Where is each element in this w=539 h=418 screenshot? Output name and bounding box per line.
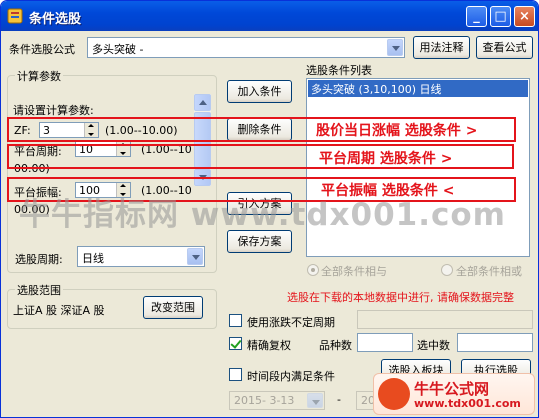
- minimize-icon[interactable]: _: [466, 6, 487, 27]
- title-bar[interactable]: 条件选股 _ □ ×: [1, 1, 538, 31]
- use-period-label: 使用涨跌不定周期: [247, 316, 335, 329]
- all-or-label: 全部条件相或: [456, 265, 522, 278]
- maximize-icon[interactable]: □: [490, 6, 511, 27]
- period-label: 选股周期:: [15, 253, 63, 266]
- window-title: 条件选股: [29, 12, 82, 27]
- logo-url: www.tdx001.com: [414, 397, 521, 410]
- date-from-field[interactable]: 2015- 3-13: [229, 391, 325, 410]
- chevron-down-icon[interactable]: [307, 393, 323, 408]
- annotation-text-2: 平台周期 选股条件 >: [319, 151, 453, 167]
- app-icon: [7, 8, 23, 24]
- list-item[interactable]: 多头突破 (3,10,100) 日线: [308, 80, 528, 97]
- add-condition-button[interactable]: 加入条件: [227, 80, 292, 103]
- ox-icon: [378, 378, 410, 410]
- all-and-radio[interactable]: [307, 264, 319, 276]
- chevron-down-icon[interactable]: [387, 39, 403, 56]
- all-or-radio[interactable]: [441, 264, 453, 276]
- kinds-label: 品种数: [319, 339, 352, 352]
- period-field: [357, 310, 533, 329]
- scope-markets: 上证A 股 深证A 股: [13, 304, 105, 317]
- time-condition-label: 时间段内满足条件: [247, 370, 335, 383]
- watermark: 牛牛指标网 www.tdx001.com: [19, 197, 506, 233]
- dialog-window: 条件选股 _ □ × 条件选股公式 多头突破 - 用法注释 查看公式 计算参数 …: [0, 0, 539, 418]
- close-icon[interactable]: ×: [514, 6, 535, 27]
- change-scope-button[interactable]: 改变范围: [143, 296, 203, 319]
- selected-count-field: [457, 333, 533, 352]
- data-notice: 选股在下载的本地数据中进行, 请确保数据完整: [287, 291, 514, 304]
- period-select-value: 日线: [82, 252, 104, 265]
- time-condition-checkbox[interactable]: [229, 368, 242, 381]
- annotation-text-1: 股价当日涨幅 选股条件 >: [316, 123, 478, 139]
- formula-select[interactable]: 多头突破 -: [87, 37, 405, 58]
- date-separator: -: [337, 393, 341, 406]
- formula-select-value: 多头突破 -: [92, 43, 144, 56]
- site-logo: 牛牛公式网 www.tdx001.com: [373, 373, 535, 415]
- scope-title: 选股范围: [15, 282, 63, 298]
- scroll-up-icon[interactable]: [194, 94, 211, 111]
- use-period-checkbox[interactable]: [229, 314, 242, 327]
- kinds-count-field: [357, 333, 413, 352]
- exact-adjust-checkbox[interactable]: [229, 337, 242, 350]
- all-and-label: 全部条件相与: [321, 265, 387, 278]
- logo-name: 牛牛公式网: [414, 380, 490, 398]
- condition-list-title: 选股条件列表: [306, 64, 372, 77]
- period-select[interactable]: 日线: [77, 246, 205, 267]
- formula-label: 条件选股公式: [9, 43, 75, 56]
- usage-button[interactable]: 用法注释: [413, 36, 470, 59]
- view-formula-button[interactable]: 查看公式: [476, 36, 533, 59]
- calc-params-title: 计算参数: [15, 68, 63, 84]
- exact-adjust-label: 精确复权: [247, 339, 291, 352]
- chevron-down-icon[interactable]: [187, 248, 203, 265]
- selected-label: 选中数: [417, 339, 450, 352]
